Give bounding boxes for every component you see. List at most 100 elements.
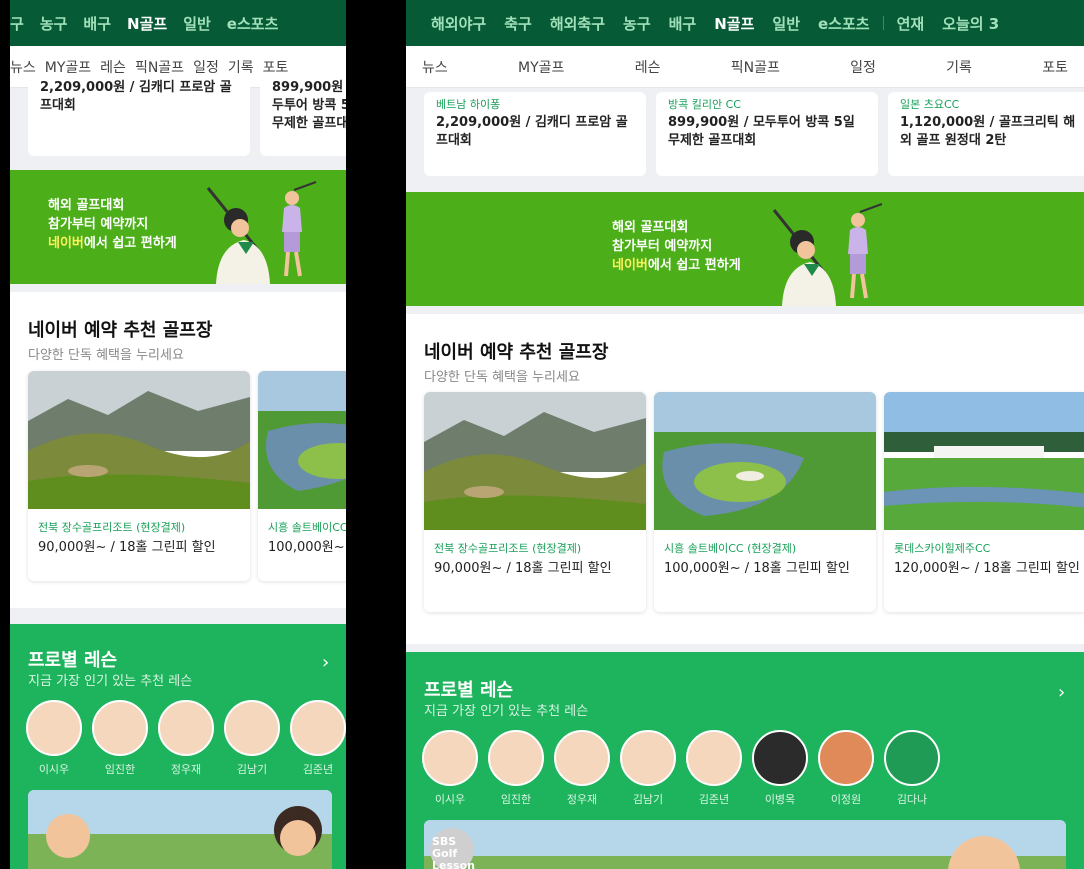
nav-item-volleyball[interactable]: 배구	[660, 13, 706, 34]
section-title: 네이버 예약 추천 골프장	[424, 342, 609, 363]
subnav-pick-ngolf[interactable]: 픽N골프	[731, 57, 780, 77]
subnav-my-golf[interactable]: MY골프	[518, 57, 564, 77]
banner-line-1: 해외 골프대회	[612, 220, 689, 235]
lesson-subtitle: 지금 가장 인기 있는 추천 레슨	[424, 704, 589, 719]
pro-name: 이정원	[830, 793, 862, 806]
pro-item[interactable]: 김준년	[686, 730, 742, 807]
sports-category-nav: 구 농구 배구 N골프 일반 e스포츠	[10, 0, 346, 46]
recommended-golf-courses: 네이버 예약 추천 골프장 다양한 단독 혜택을 누리세요 전북 장수골프리조트…	[406, 314, 1084, 644]
nav-item-ngolf[interactable]: N골프	[705, 13, 763, 34]
deal-price: 1,120,000원 / 골프크리틱 해외 골프 원정대 2탄	[900, 115, 1076, 148]
course-location: 롯데스카이힐제주CC	[894, 542, 991, 555]
deal-price: 2,209,000원 / 김캐디 프로암 골프대회	[436, 115, 628, 148]
nav-item-basketball[interactable]: 농구	[32, 13, 76, 34]
course-card-saltbay[interactable]: 시흥 솔트베이CC (현장결제) 100,000원~ / 18홀 그린피 할인	[258, 371, 346, 581]
course-price: 100,000원~ / 18홀 그린피 할인	[664, 561, 850, 576]
subnav-schedule[interactable]: 일정	[193, 57, 219, 77]
banner-line-3: 에서 쉽고 편하게	[647, 258, 741, 273]
deal-card[interactable]: 베트남 하이퐁 2,209,000원 / 김캐디 프로암 골프대회	[424, 92, 646, 176]
course-card-saltbay[interactable]: 시흥 솔트베이CC (현장결제) 100,000원~ / 18홀 그린피 할인	[654, 392, 876, 612]
pro-name: 임진한	[500, 793, 532, 806]
subnav-photo[interactable]: 포토	[1042, 57, 1068, 77]
nav-item-series[interactable]: 연재	[888, 13, 934, 34]
tour-deals-row: 2,209,000원 / 김캐디 프로암 골프대회 899,900원 / 모두투…	[10, 80, 346, 156]
pro-avatar	[158, 700, 214, 756]
deal-card[interactable]: 899,900원 / 모두투어 방콕 5일 무제한 골프대회	[260, 80, 346, 156]
overseas-tournament-banner[interactable]: 해외 골프대회 참가부터 예약까지 네이버에서 쉽고 편하게	[10, 170, 346, 284]
banner-line-2: 참가부터 예약까지	[48, 217, 149, 232]
subnav-news[interactable]: 뉴스	[10, 57, 36, 77]
banner-highlight: 네이버	[48, 236, 84, 251]
pro-item[interactable]: 이병옥	[752, 730, 808, 807]
subnav-news[interactable]: 뉴스	[422, 57, 448, 77]
course-card-skyhill-jeju[interactable]: 롯데스카이힐제주CC 120,000원~ / 18홀 그린피 할인	[884, 392, 1084, 612]
subnav-records[interactable]: 기록	[946, 57, 972, 77]
nav-item-esports[interactable]: e스포츠	[219, 13, 287, 34]
pro-avatar	[818, 730, 874, 786]
nav-item-today[interactable]: 오늘의 3	[933, 13, 1008, 34]
nav-item-general[interactable]: 일반	[175, 13, 219, 34]
course-price: 90,000원~ / 18홀 그린피 할인	[434, 561, 612, 576]
course-location: 전북 장수골프리조트 (현장결제)	[38, 521, 186, 534]
lesson-video-thumbnail[interactable]	[28, 790, 332, 869]
deal-card[interactable]: 일본 츠요CC 1,120,000원 / 골프크리틱 해외 골프 원정대 2탄	[888, 92, 1084, 176]
pro-avatar	[488, 730, 544, 786]
subnav-my-golf[interactable]: MY골프	[45, 57, 91, 77]
pro-item[interactable]: 임진한	[488, 730, 544, 807]
deal-location: 일본 츠요CC	[900, 98, 960, 111]
pro-item[interactable]: 이시우	[26, 700, 82, 777]
nav-item-general[interactable]: 일반	[763, 13, 809, 34]
course-photo-jangsu	[424, 392, 646, 530]
nav-item-world-soccer[interactable]: 해외축구	[541, 13, 614, 34]
lesson-more-arrow-icon[interactable]: ›	[1058, 682, 1065, 703]
section-subtitle: 다양한 단독 혜택을 누리세요	[424, 370, 580, 385]
pro-name: 이병옥	[764, 793, 796, 806]
lesson-more-arrow-icon[interactable]: ›	[322, 652, 329, 673]
lesson-title: 프로별 레슨	[28, 650, 118, 671]
nav-item-ngolf[interactable]: N골프	[119, 13, 175, 34]
course-photo-skyhill	[884, 392, 1084, 530]
subnav-photo[interactable]: 포토	[263, 57, 289, 77]
course-card-jangsu[interactable]: 전북 장수골프리조트 (현장결제) 90,000원~ / 18홀 그린피 할인	[424, 392, 646, 612]
subnav-lesson[interactable]: 레슨	[635, 57, 661, 77]
course-price: 120,000원~ / 18홀 그린피 할인	[894, 561, 1080, 576]
pro-item[interactable]: 김준년	[290, 700, 346, 777]
pro-item[interactable]: 이정원	[818, 730, 874, 807]
subnav-schedule[interactable]: 일정	[850, 57, 876, 77]
golfer-illustration	[206, 181, 317, 284]
deal-card[interactable]: 2,209,000원 / 김캐디 프로암 골프대회	[28, 80, 250, 156]
banner-highlight: 네이버	[612, 258, 648, 273]
nav-item-esports[interactable]: e스포츠	[809, 13, 879, 34]
deal-card[interactable]: 방콕 킬리안 CC 899,900원 / 모두투어 방콕 5일 무제한 골프대회	[656, 92, 878, 176]
golf-sub-nav: 뉴스 MY골프 레슨 픽N골프 일정 기록 포토	[406, 46, 1084, 88]
nav-item-volleyball[interactable]: 배구	[75, 13, 119, 34]
course-photo-saltbay	[654, 392, 876, 530]
course-card-jangsu[interactable]: 전북 장수골프리조트 (현장결제) 90,000원~ / 18홀 그린피 할인	[28, 371, 250, 581]
deal-price: 899,900원 / 모두투어 방콕 5일 무제한 골프대회	[272, 80, 346, 131]
pro-item[interactable]: 김남기	[224, 700, 280, 777]
pro-name: 정우재	[170, 763, 202, 776]
nav-item-soccer[interactable]: 축구	[495, 13, 541, 34]
pro-item[interactable]: 김다나	[884, 730, 940, 807]
pro-avatar	[554, 730, 610, 786]
nav-item-mlb[interactable]: 해외야구	[422, 13, 495, 34]
pro-item[interactable]: 정우재	[554, 730, 610, 807]
lesson-video-thumbnail[interactable]: SBS Golf Lesson	[424, 820, 1066, 869]
nav-item-basketball[interactable]: 농구	[614, 13, 660, 34]
pro-item[interactable]: 임진한	[92, 700, 148, 777]
sports-category-nav: 해외야구 축구 해외축구 농구 배구 N골프 일반 e스포츠 연재 오늘의 3	[406, 0, 1084, 46]
pro-item[interactable]: 정우재	[158, 700, 214, 777]
subnav-records[interactable]: 기록	[228, 57, 254, 77]
pro-name: 김준년	[302, 763, 334, 776]
subnav-pick-ngolf[interactable]: 픽N골프	[135, 57, 184, 77]
pro-item[interactable]: 김남기	[620, 730, 676, 807]
pro-name: 김다나	[896, 793, 928, 806]
pro-item[interactable]: 이시우	[422, 730, 478, 807]
deal-price: 2,209,000원 / 김캐디 프로암 골프대회	[40, 80, 232, 113]
banner-line-2: 참가부터 예약까지	[612, 239, 713, 254]
overseas-tournament-banner[interactable]: 해외 골프대회 참가부터 예약까지 네이버에서 쉽고 편하게	[406, 192, 1084, 306]
deal-price: 899,900원 / 모두투어 방콕 5일 무제한 골프대회	[668, 115, 855, 148]
banner-line-3: 에서 쉽고 편하게	[83, 236, 177, 251]
subnav-lesson[interactable]: 레슨	[100, 57, 126, 77]
nav-item-golf-partial[interactable]: 구	[10, 13, 32, 34]
